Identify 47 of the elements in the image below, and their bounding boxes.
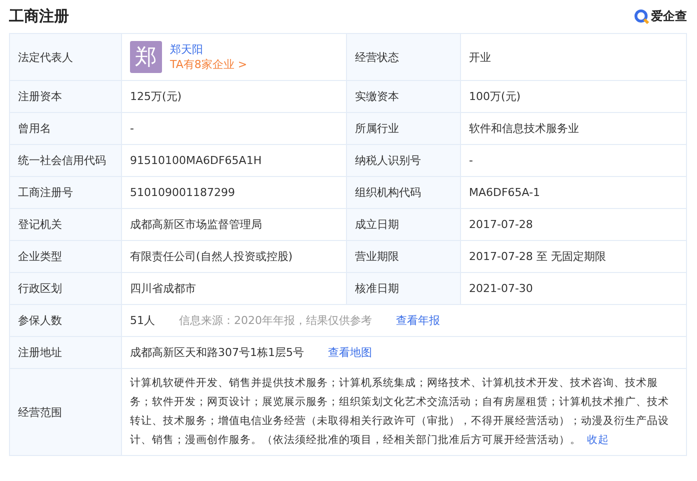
field-label: 统一社会信用代码 (10, 144, 122, 176)
field-value: 有限责任公司(自然人投资或控股) (122, 240, 346, 272)
field-value: 四川省成都市 (122, 272, 346, 304)
field-value: 125万(元) (122, 80, 346, 112)
field-label: 组织机构代码 (346, 176, 460, 208)
section-title: 工商注册 (9, 7, 69, 26)
field-value: 软件和信息技术服务业 (460, 112, 686, 144)
search-icon (634, 9, 649, 24)
avatar: 郑 (130, 41, 162, 73)
field-label: 经营状态 (346, 34, 460, 80)
field-value: 51人 (130, 314, 155, 327)
field-label: 企业类型 (10, 240, 122, 272)
field-label: 纳税人识别号 (346, 144, 460, 176)
field-label: 法定代表人 (10, 34, 122, 80)
field-value: - (122, 112, 346, 144)
field-value: 100万(元) (460, 80, 686, 112)
brand-logo: 爱企查 (634, 8, 687, 25)
field-label: 注册地址 (10, 336, 122, 368)
field-value: 2021-07-30 (460, 272, 686, 304)
business-scope-text: 计算机软硬件开发、销售并提供技术服务；计算机系统集成；网络技术、计算机技术开发、技术咨询、技术服务；软件开发；网页设计；展览展示服务；组织策划文化艺术交流活动；自有房屋租赁；计算机技术推广、技术转让、技术服务；增值电信业务经营（未取得相关行政许可（审批），不得开展经营活动）；动漫及衍生产品设计、销售；漫画创作服务。（依法须经批准的项目，经相关部门批准后方可展开经营活动）。 收起 (122, 368, 686, 456)
view-link[interactable]: 查看地图 (328, 346, 372, 359)
field-label: 所属行业 (346, 112, 460, 144)
collapse-link[interactable]: 收起 (587, 434, 609, 446)
companies-link[interactable]: TA有8家企业 > (170, 57, 248, 72)
field-label: 登记机关 (10, 208, 122, 240)
field-label: 曾用名 (10, 112, 122, 144)
field-label: 核准日期 (346, 272, 460, 304)
field-value: 91510100MA6DF65A1H (122, 144, 346, 176)
field-value: MA6DF65A-1 (460, 176, 686, 208)
field-label: 实缴资本 (346, 80, 460, 112)
view-link[interactable]: 查看年报 (396, 314, 440, 327)
field-value: 2017-07-28 (460, 208, 686, 240)
field-value: 开业 (460, 34, 686, 80)
field-value: - (460, 144, 686, 176)
field-label: 行政区划 (10, 272, 122, 304)
field-value: 2017-07-28 至 无固定期限 (460, 240, 686, 272)
field-label: 参保人数 (10, 304, 122, 336)
field-value: 510109001187299 (122, 176, 346, 208)
field-label: 成立日期 (346, 208, 460, 240)
field-value: 成都高新区天和路307号1栋1层5号 (130, 346, 304, 359)
field-label: 工商注册号 (10, 176, 122, 208)
field-label: 营业期限 (346, 240, 460, 272)
field-label: 经营范围 (10, 368, 122, 456)
field-label: 注册资本 (10, 80, 122, 112)
source-note: 信息来源：2020年年报，结果仅供参考 (179, 314, 372, 327)
field-value: 成都高新区市场监督管理局 (122, 208, 346, 240)
person-link[interactable]: 郑天阳 (170, 42, 248, 57)
